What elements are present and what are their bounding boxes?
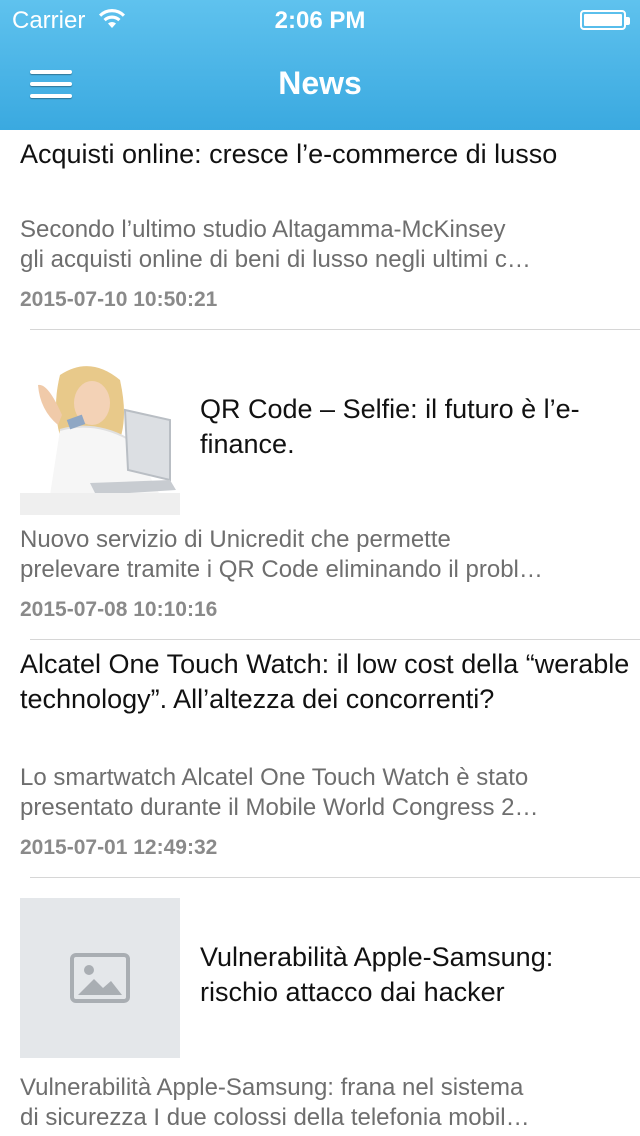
news-thumbnail-image: [20, 355, 180, 515]
news-item-3[interactable]: Alcatel One Touch Watch: il low cost del…: [0, 640, 640, 878]
news-thumbnail-placeholder: [20, 898, 180, 1058]
status-bar: Carrier 2:06 PM: [0, 0, 640, 40]
header-bar: Carrier 2:06 PM News: [0, 0, 640, 130]
news-item-4[interactable]: Vulnerabilità Apple-Samsung: rischio att…: [0, 878, 640, 1136]
page-title: News: [278, 65, 362, 101]
news-summary: Lo smartwatch Alcatel One Touch Watch è …: [20, 764, 539, 821]
news-summary: Nuovo servizio di Unicredit che permette…: [20, 526, 543, 583]
news-title: Acquisti online: cresce l’e-commerce di …: [20, 139, 558, 169]
news-title: Alcatel One Touch Watch: il low cost del…: [20, 649, 630, 714]
navigation-bar: News: [0, 40, 640, 130]
battery-icon: [580, 10, 630, 30]
news-date: 2015-07-10 10:50:21: [20, 288, 218, 311]
news-summary: Secondo l’ultimo studio Altagamma-McKins…: [20, 216, 531, 273]
news-date: 2015-07-01 12:49:32: [20, 836, 218, 859]
news-summary: Vulnerabilità Apple-Samsung: frana nel s…: [20, 1074, 530, 1131]
news-title: QR Code – Selfie: il futuro è l’e-financ…: [200, 394, 580, 459]
clock-time: 2:06 PM: [274, 7, 366, 34]
news-item-1[interactable]: Acquisti online: cresce l’e-commerce di …: [0, 130, 640, 330]
image-placeholder-icon: [70, 953, 130, 1003]
news-item-2[interactable]: QR Code – Selfie: il futuro è l’e-financ…: [0, 330, 640, 640]
news-date: 2015-07-08 10:10:16: [20, 598, 218, 621]
news-title: Vulnerabilità Apple-Samsung: rischio att…: [200, 942, 554, 1007]
